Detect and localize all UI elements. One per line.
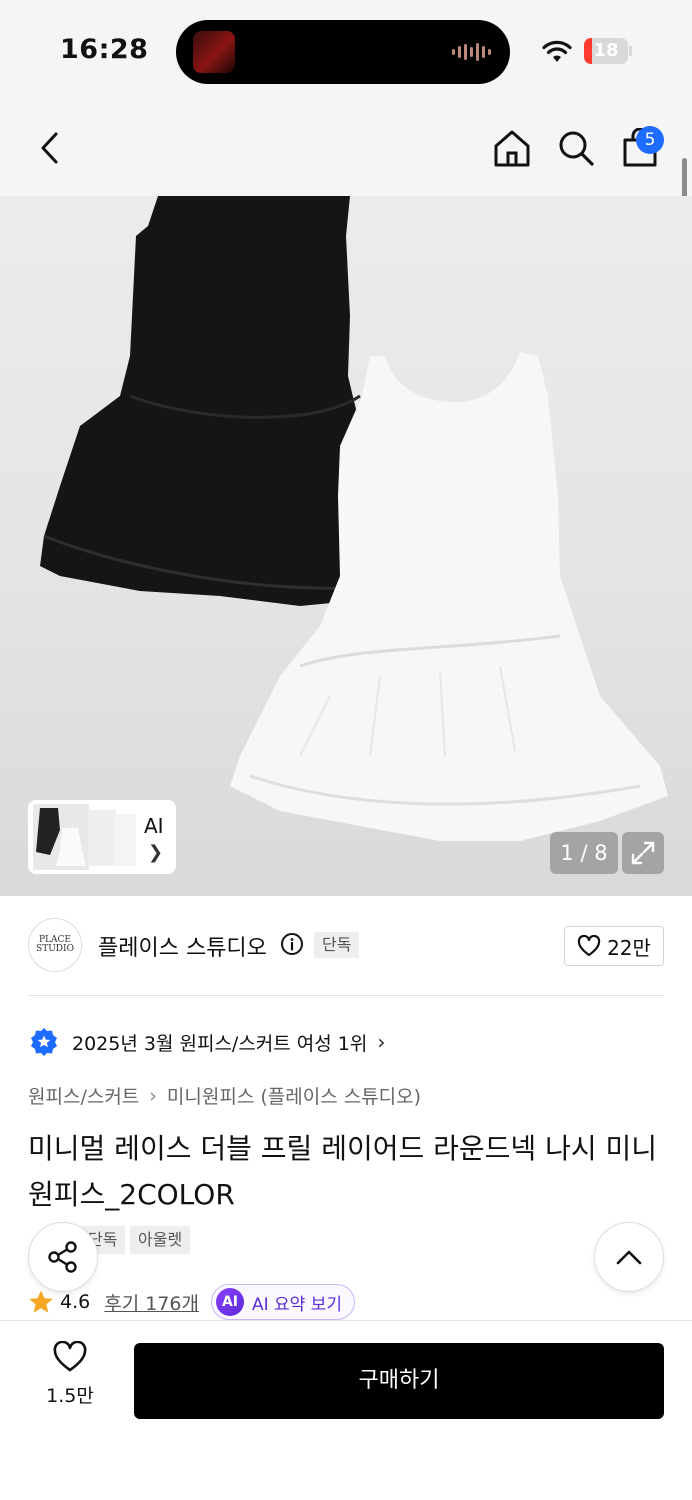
- brand-row[interactable]: PLACE STUDIO 플레이스 스튜디오 단독 22만: [0, 896, 692, 996]
- heart-icon: [53, 1341, 87, 1372]
- divider: [28, 995, 664, 996]
- buy-button[interactable]: 구매하기: [134, 1343, 664, 1419]
- chevron-right-icon: ›: [377, 1030, 386, 1054]
- audio-wave-icon: [452, 43, 491, 61]
- ranking-link[interactable]: 2025년 3월 원피스/스커트 여성 1위 ›: [28, 1026, 385, 1058]
- home-icon: [494, 130, 530, 167]
- chevron-right-icon: ›: [149, 1084, 157, 1107]
- back-icon: [41, 132, 58, 164]
- brand-logo[interactable]: PLACE STUDIO: [28, 918, 82, 972]
- share-icon: [48, 1241, 77, 1273]
- top-nav: [0, 100, 692, 196]
- expand-icon: [631, 841, 655, 865]
- battery-level: 18: [593, 40, 619, 61]
- product-image-gallery[interactable]: AI ❯ 1 / 8: [0, 196, 692, 896]
- brand-exclusive-tag: 단독: [314, 932, 360, 958]
- bottom-action-bar: 1.5만 구매하기: [0, 1320, 692, 1500]
- image-counter: 1 / 8: [550, 832, 618, 874]
- chevron-right-icon: ❯: [148, 842, 164, 863]
- search-icon: [559, 131, 594, 166]
- brand-name[interactable]: 플레이스 스튜디오: [98, 930, 267, 962]
- cart-count-badge: 5: [636, 126, 664, 154]
- ai-thumbnail-label: AI: [144, 814, 164, 838]
- brand-like-count: 22만: [607, 935, 651, 960]
- wifi-icon: [542, 40, 572, 62]
- scroll-to-top-button[interactable]: [594, 1222, 664, 1292]
- breadcrumb-item-subcategory[interactable]: 미니원피스 (플레이스 스튜디오): [167, 1082, 421, 1109]
- dynamic-island[interactable]: [176, 20, 510, 84]
- like-count: 1.5만: [46, 1385, 94, 1407]
- thumbnail-strip: [33, 804, 136, 870]
- status-bar: 16:28 18: [0, 0, 692, 100]
- info-icon[interactable]: [280, 932, 304, 956]
- home-button[interactable]: [490, 126, 534, 170]
- product-title: 미니멀 레이스 더블 프릴 레이어드 라운드넥 나시 미니원피스_2COLOR: [28, 1132, 658, 1211]
- ranking-text: 2025년 3월 원피스/스커트 여성 1위: [72, 1032, 368, 1055]
- status-time: 16:28: [60, 34, 149, 65]
- rating-value: 4.6: [60, 1291, 91, 1313]
- breadcrumb: 원피스/스커트 › 미니원피스 (플레이스 스튜디오): [28, 1082, 421, 1109]
- ai-badge-icon: AI: [215, 1288, 244, 1316]
- share-button[interactable]: [28, 1222, 98, 1292]
- review-link[interactable]: 후기 176개: [104, 1289, 199, 1316]
- back-button[interactable]: [28, 126, 72, 170]
- battery-indicator: 18: [584, 38, 628, 64]
- ai-summary-button[interactable]: AI AI 요약 보기: [210, 1284, 355, 1320]
- breadcrumb-item-category[interactable]: 원피스/스커트: [28, 1082, 139, 1109]
- search-button[interactable]: [554, 126, 598, 170]
- like-button[interactable]: 1.5만: [30, 1341, 110, 1421]
- battery-cap: [629, 46, 632, 56]
- product-tag-outlet: 아울렛: [130, 1226, 191, 1254]
- ai-summary-label: AI 요약 보기: [251, 1294, 342, 1315]
- brand-like-button[interactable]: 22만: [564, 926, 664, 966]
- star-icon: [29, 1290, 53, 1313]
- chevron-up-icon: [616, 1250, 642, 1265]
- ai-thumbnail-card[interactable]: AI ❯: [28, 800, 176, 874]
- rank-badge-icon: [31, 1028, 57, 1056]
- now-playing-artwork: [193, 31, 235, 73]
- expand-button[interactable]: [622, 832, 664, 874]
- brand-logo-text: PLACE STUDIO: [36, 935, 74, 954]
- product-photo: [40, 196, 668, 841]
- heart-icon: [577, 935, 601, 957]
